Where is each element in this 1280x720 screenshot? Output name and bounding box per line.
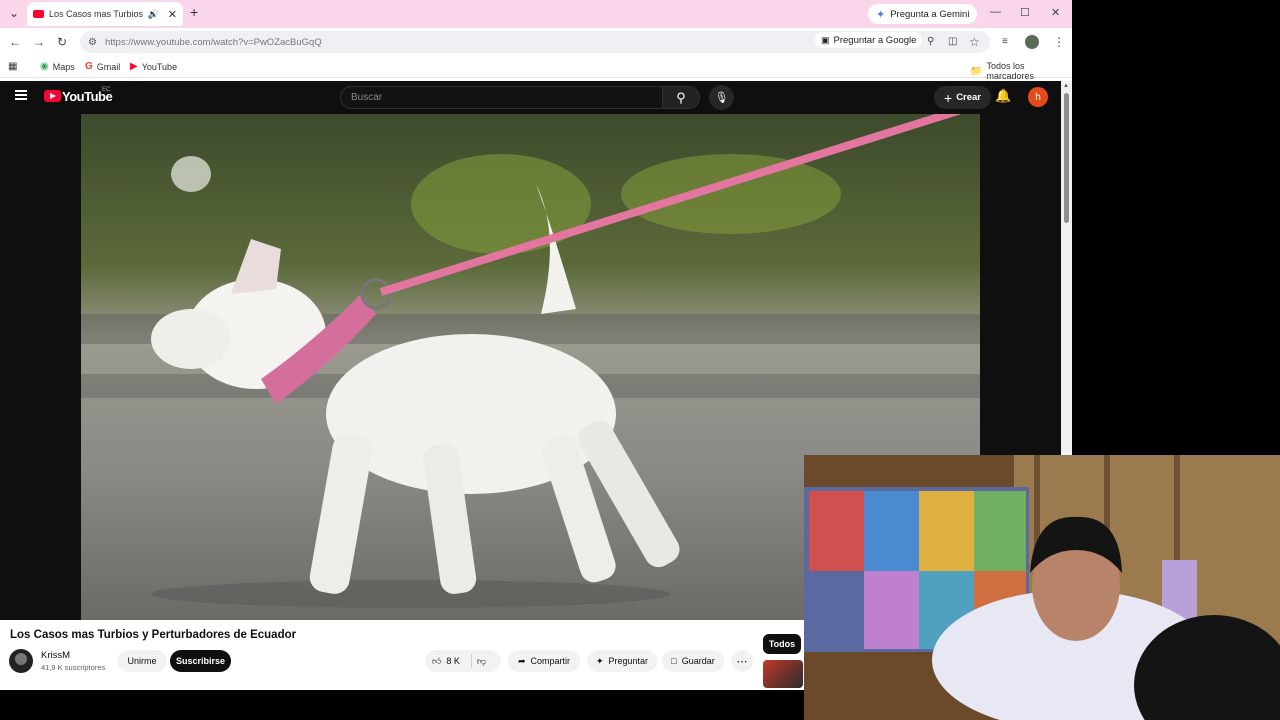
- reading-list-icon[interactable]: ≡: [1002, 34, 1008, 50]
- folder-icon: 📁: [970, 65, 983, 77]
- url-text: https://www.youtube.com/watch?v=PwOZacBu…: [104, 36, 322, 48]
- filter-chip-todos[interactable]: Todos: [763, 634, 801, 654]
- all-bookmarks-label: Todos los marcadores: [986, 61, 1034, 81]
- ask-label: Preguntar: [608, 656, 649, 666]
- create-button[interactable]: + Crear: [934, 86, 992, 109]
- all-bookmarks[interactable]: 📁 Todos los marcadores: [970, 61, 1072, 81]
- audio-playing-icon[interactable]: 🔊: [148, 9, 159, 20]
- channel-name[interactable]: KrissM: [41, 650, 70, 661]
- recommended-video-thumbnail[interactable]: [763, 660, 803, 688]
- screen: ⌄ Los Casos mas Turbios y Pe 🔊 ✕ + ✦ Pre…: [0, 0, 1280, 720]
- webcam-feed-image: [804, 455, 1280, 720]
- youtube-logo-icon[interactable]: [44, 90, 61, 102]
- install-app-icon[interactable]: ◫: [948, 34, 957, 50]
- youtube-icon: ▶: [130, 61, 138, 72]
- more-horizontal-icon: ⋯: [736, 655, 748, 668]
- search-input[interactable]: Buscar: [340, 86, 663, 109]
- browser-toolbar: ← → ↻ ⚙ https://www.youtube.com/watch?v=…: [0, 28, 1072, 56]
- tab-close-icon[interactable]: ✕: [168, 8, 177, 21]
- youtube-favicon-icon: [33, 10, 44, 18]
- share-button[interactable]: ➦ Compartir: [508, 650, 580, 672]
- gemini-label: Pregunta a Gemini: [890, 8, 970, 20]
- tab-strip: ⌄ Los Casos mas Turbios y Pe 🔊 ✕ + ✦ Pre…: [0, 0, 1072, 28]
- more-actions-button[interactable]: ⋯: [731, 650, 753, 672]
- reload-icon[interactable]: ↻: [57, 34, 67, 50]
- google-lens-button[interactable]: ▣ Preguntar a Google: [815, 32, 923, 48]
- dislike-icon[interactable]: 👎︎: [477, 656, 486, 667]
- bookmark-youtube[interactable]: ▶ YouTube: [130, 61, 177, 72]
- search-button[interactable]: ⚲: [662, 86, 700, 109]
- minimize-icon[interactable]: —: [990, 6, 1001, 18]
- scroll-up-arrow-icon[interactable]: ▲: [1063, 83, 1069, 89]
- share-label: Compartir: [530, 656, 571, 666]
- voice-search-button[interactable]: 🎙: [709, 85, 734, 110]
- bookmarks-bar: ▦ ◉ Maps G Gmail ▶ YouTube 📁 Todos los m…: [0, 56, 1072, 81]
- tab-search-chevron-icon[interactable]: ⌄: [9, 5, 19, 21]
- plus-icon: +: [944, 89, 953, 106]
- bookmark-icon: □: [671, 656, 677, 666]
- like-dislike-group: 👍︎ 8 K 👎︎: [425, 650, 501, 672]
- share-icon: ➦: [517, 655, 526, 666]
- bookmark-star-icon[interactable]: ☆: [969, 34, 980, 50]
- hamburger-menu-icon[interactable]: [15, 90, 27, 100]
- bookmark-label: YouTube: [141, 61, 178, 72]
- lens-icon: ▣: [821, 34, 830, 45]
- tab-title: Los Casos mas Turbios y Pe: [49, 9, 143, 19]
- back-icon[interactable]: ←: [9, 34, 21, 50]
- notifications-bell-icon[interactable]: 🔔: [995, 88, 1011, 104]
- new-tab-icon[interactable]: +: [190, 4, 198, 20]
- youtube-header: YouTube EC Buscar ⚲ 🎙 + Crear 🔔 h: [0, 81, 1061, 114]
- like-icon[interactable]: 👍︎: [432, 656, 441, 667]
- channel-avatar[interactable]: [9, 649, 33, 673]
- scrollbar-thumb[interactable]: [1064, 93, 1069, 223]
- account-avatar[interactable]: h: [1028, 87, 1048, 107]
- gemini-sparkle-icon: ✦: [876, 8, 886, 21]
- webcam-overlay: [804, 455, 1280, 720]
- more-menu-icon[interactable]: ⋮: [1053, 34, 1065, 50]
- subscribe-button[interactable]: Suscribirse: [170, 650, 231, 672]
- country-code: EC: [102, 87, 111, 93]
- sparkle-icon: ✦: [595, 655, 604, 666]
- bookmark-gmail[interactable]: G Gmail: [85, 61, 120, 72]
- bookmark-label: Maps: [52, 61, 75, 72]
- apps-grid-icon[interactable]: ▦: [8, 61, 17, 72]
- search-icon: ⚲: [676, 89, 686, 105]
- forward-icon[interactable]: →: [33, 34, 45, 50]
- divider: [470, 654, 472, 668]
- subscriber-count: 41,9 K suscriptores: [41, 663, 106, 672]
- maps-pin-icon: ◉: [40, 61, 49, 72]
- microphone-icon: 🎙: [714, 92, 729, 104]
- save-button[interactable]: □ Guardar: [662, 650, 724, 672]
- close-window-icon[interactable]: ✕: [1051, 6, 1060, 19]
- save-label: Guardar: [681, 656, 715, 666]
- ask-button[interactable]: ✦ Preguntar: [587, 650, 657, 672]
- browser-tab[interactable]: Los Casos mas Turbios y Pe 🔊 ✕: [27, 2, 183, 26]
- create-label: Crear: [956, 92, 982, 103]
- google-lens-label: Preguntar a Google: [833, 34, 917, 46]
- profile-avatar-icon[interactable]: [1025, 35, 1039, 49]
- maximize-icon[interactable]: ☐: [1020, 6, 1030, 19]
- video-title: Los Casos mas Turbios y Perturbadores de…: [10, 629, 297, 641]
- join-button[interactable]: Unirme: [117, 650, 167, 672]
- zoom-icon[interactable]: ⚲: [927, 34, 934, 50]
- gmail-g-icon: G: [85, 61, 93, 72]
- like-count[interactable]: 8 K: [446, 656, 460, 666]
- bookmark-label: Gmail: [96, 61, 121, 72]
- site-info-icon[interactable]: ⚙: [88, 37, 97, 48]
- bookmark-maps[interactable]: ◉ Maps: [40, 61, 75, 72]
- gemini-button[interactable]: ✦ Pregunta a Gemini: [868, 4, 978, 24]
